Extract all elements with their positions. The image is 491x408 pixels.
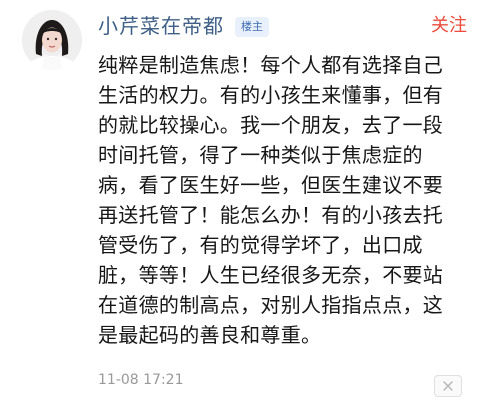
author-name[interactable]: 小芹菜在帝都	[98, 12, 224, 40]
avatar-woman-icon	[22, 10, 82, 70]
comment-line: 时间托管，得了一种类似于焦虑症的	[98, 143, 423, 167]
avatar[interactable]	[22, 10, 82, 70]
comment-line: 在道德的制高点，对别人指指点点，这	[98, 293, 444, 317]
comment-line: 生活的权力。有的小孩生来懂事，但有	[98, 83, 444, 107]
comment-line: 管受伤了，有的觉得学坏了，出口成	[98, 233, 423, 257]
comment-line: 再送托管了！能怎么办！有的小孩去托	[98, 203, 444, 227]
op-badge: 楼主	[235, 17, 269, 37]
close-icon	[443, 381, 453, 391]
comment-line: 纯粹是制造焦虑！每个人都有选择自己	[98, 53, 444, 77]
post-timestamp: 11-08 17:21	[98, 372, 184, 388]
comment-line: 病，看了医生好一些，但医生建议不要	[98, 173, 444, 197]
follow-button[interactable]: 关注	[431, 12, 467, 40]
comment-body: 纯粹是制造焦虑！每个人都有选择自己 生活的权力。有的小孩生来懂事，但有 的就比较…	[98, 50, 470, 350]
comment-line: 是最起码的善良和尊重。	[98, 323, 322, 347]
close-button[interactable]	[434, 375, 462, 397]
comment-line: 脏，等等！人生已经很多无奈，不要站	[98, 263, 444, 287]
comment-line: 的就比较操心。我一个朋友，去了一段	[98, 113, 444, 137]
comment-post: 小芹菜在帝都 楼主 关注 纯粹是制造焦虑！每个人都有选择自己 生活的权力。有的小…	[0, 0, 491, 408]
